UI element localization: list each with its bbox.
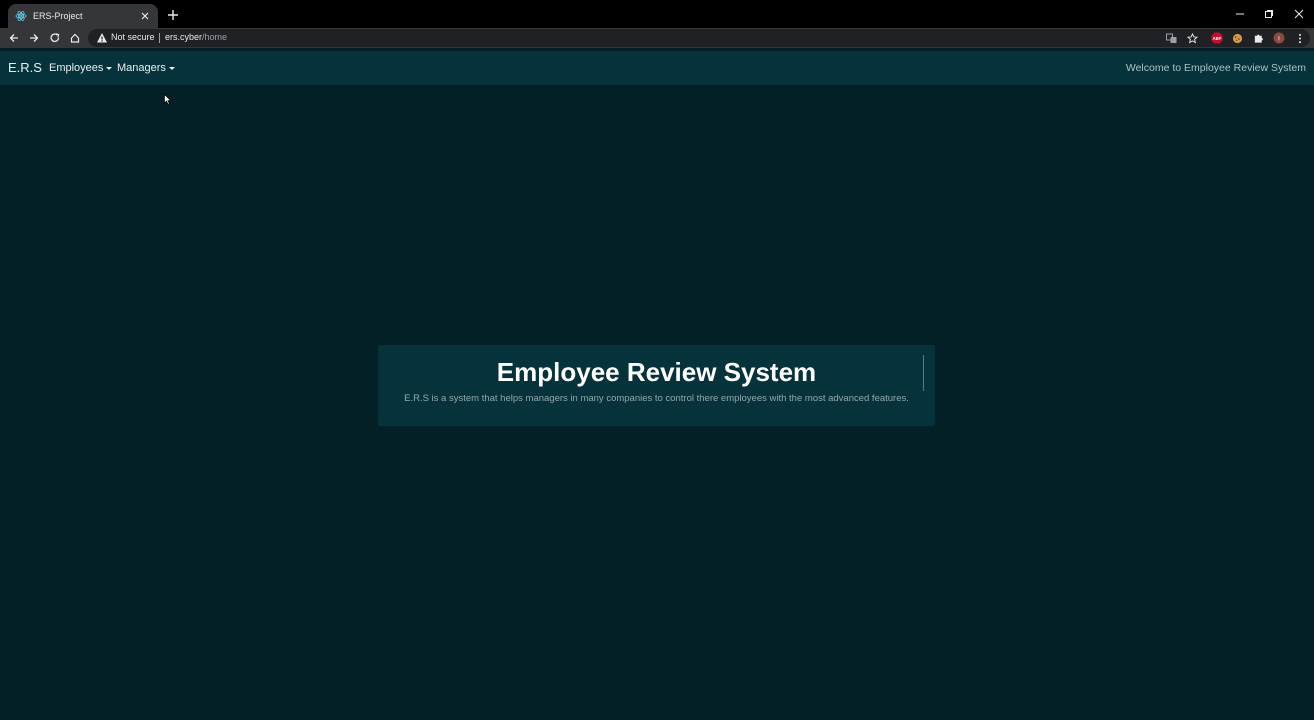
brand-logo[interactable]: E.R.S [8, 60, 42, 75]
star-icon[interactable] [1186, 32, 1198, 44]
caret-down-icon [106, 66, 113, 70]
close-window-icon[interactable] [1292, 7, 1306, 21]
hero-title: Employee Review System [496, 357, 817, 387]
kebab-menu-icon[interactable] [1294, 32, 1306, 44]
warning-icon[interactable] [96, 32, 108, 44]
url-path: /home [202, 32, 228, 42]
url-text[interactable]: ers.cyber/home [165, 32, 227, 42]
restore-icon[interactable] [1262, 7, 1276, 21]
back-arrow-icon[interactable] [7, 31, 21, 45]
nav-dropdown-label: Employees [49, 62, 104, 74]
caret-down-icon [168, 66, 175, 70]
hero-divider [923, 355, 924, 391]
nav-dropdown-employees[interactable]: Employees [49, 62, 113, 74]
address-divider [159, 33, 160, 43]
address-bar[interactable]: Not secure ers.cyber/home ABP I [88, 29, 1310, 47]
browser-toolbar: Not secure ers.cyber/home ABP I [0, 28, 1314, 48]
minimize-icon[interactable] [1233, 7, 1247, 21]
cookie-icon[interactable] [1231, 32, 1243, 44]
puzzle-icon[interactable] [1252, 32, 1264, 44]
welcome-message: Welcome to Employee Review System [1125, 62, 1306, 74]
page-body: E.R.S Employees Managers Welcome to Empl… [0, 48, 1314, 720]
forward-arrow-icon[interactable] [27, 31, 41, 45]
translate-icon[interactable] [1165, 32, 1177, 44]
nav-dropdown-managers[interactable]: Managers [117, 62, 175, 74]
adblock-icon[interactable]: ABP [1211, 32, 1223, 44]
adblock-label: ABP [1213, 36, 1222, 41]
url-host: ers.cyber [165, 32, 203, 42]
home-icon[interactable] [68, 31, 82, 45]
hero-description: E.R.S is a system that helps managers in… [404, 393, 909, 404]
close-tab-icon[interactable] [138, 9, 152, 23]
profile-icon[interactable]: I [1273, 32, 1285, 44]
browser-tabstrip: ERS-Project [0, 0, 1314, 28]
new-tab-icon[interactable] [166, 8, 180, 22]
security-status[interactable]: Not secure [111, 32, 155, 42]
react-favicon-icon [15, 10, 27, 22]
top-navbar: E.R.S Employees Managers Welcome to Empl… [0, 51, 1314, 85]
browser-tab[interactable]: ERS-Project [8, 4, 158, 28]
hero-jumbotron: Employee Review System E.R.S is a system… [378, 345, 935, 426]
nav-dropdown-label: Managers [117, 62, 166, 74]
tab-title: ERS-Project [33, 11, 83, 21]
reload-icon[interactable] [48, 31, 62, 45]
mouse-pointer-icon [164, 92, 172, 110]
